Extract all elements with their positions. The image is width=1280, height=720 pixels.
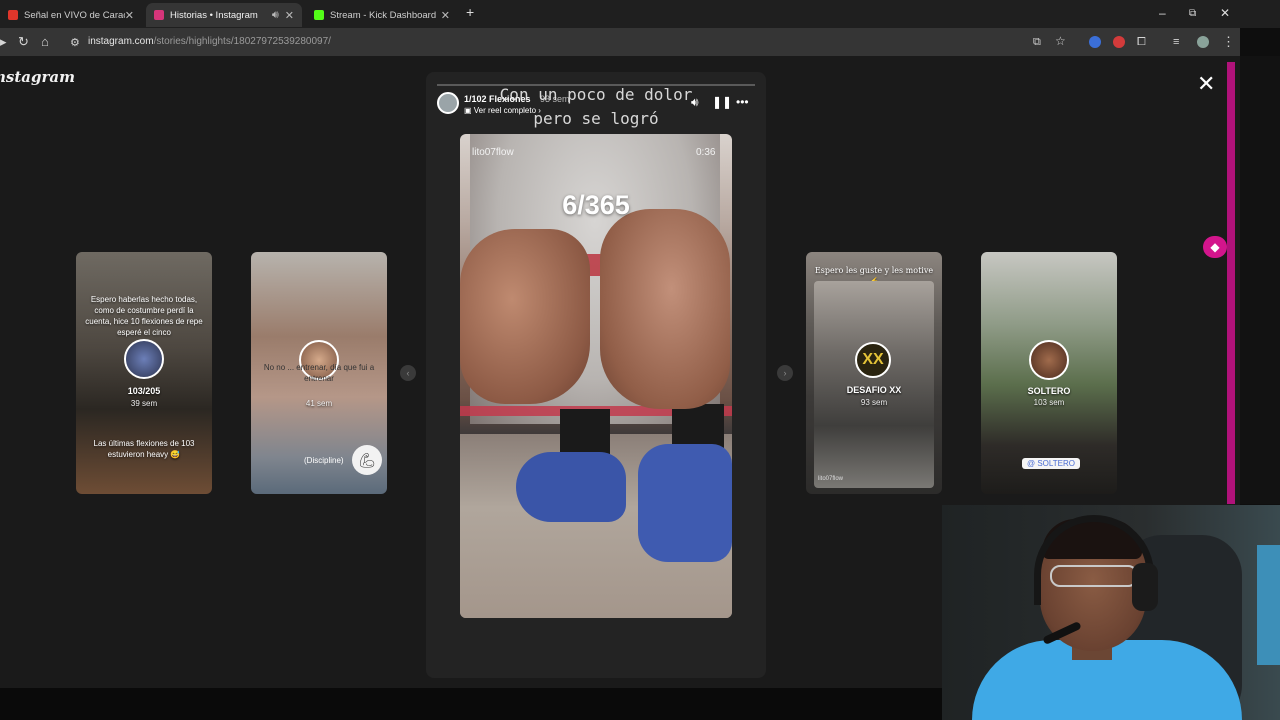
bookmark-star-icon[interactable]: ☆ <box>1055 34 1066 48</box>
window-edge <box>1240 56 1280 504</box>
story-footer: lito07flow <box>818 476 844 482</box>
headset-cup <box>1132 563 1158 611</box>
instagram-logo[interactable]: Instagram <box>0 68 75 86</box>
profile-avatar-icon[interactable] <box>1197 36 1209 48</box>
story-tag: (Discipline) <box>304 456 344 465</box>
avatar <box>124 339 164 379</box>
tab-instagram[interactable]: Historias • Instagram 🔊︎ ✕ <box>146 3 302 27</box>
close-icon[interactable]: ✕ <box>1220 6 1230 20</box>
next-story-icon[interactable]: › <box>777 365 793 381</box>
forward-icon[interactable]: ▸ <box>0 34 7 50</box>
story-age: 41 sem <box>305 399 333 408</box>
close-tab-icon[interactable]: ✕ <box>285 9 294 22</box>
caption-overlay: Con un poco de dolor pero se logró <box>499 85 693 128</box>
story-age: 93 sem <box>860 398 888 407</box>
story-name: DESAFIO XX <box>846 385 902 395</box>
more-options-icon[interactable]: ••• <box>736 95 749 109</box>
video-frame <box>638 444 732 562</box>
story-age: 103 sem <box>1033 398 1065 407</box>
story-name: SOLTERO <box>1027 386 1071 396</box>
close-tab-icon[interactable]: ✕ <box>125 9 134 22</box>
overlay-diamond-icon[interactable]: ◆ <box>1203 236 1227 258</box>
url-path: /stories/highlights/18027972539280097/ <box>153 36 331 47</box>
webcam-background <box>1257 545 1280 665</box>
minimize-icon[interactable]: – <box>1159 6 1166 20</box>
kick-favicon-icon <box>314 10 324 20</box>
tv-favicon-icon <box>8 10 18 20</box>
challenge-badge: XX <box>855 342 891 378</box>
url-domain: instagram.com <box>88 36 154 47</box>
story-age: 39 sem <box>130 399 158 408</box>
overlay-accent-bar <box>1227 62 1235 504</box>
avatar[interactable] <box>437 92 459 114</box>
avatar <box>1029 340 1069 380</box>
song-tag[interactable]: @ SOLTERO <box>1022 458 1080 469</box>
video-frame <box>516 452 626 522</box>
flex-arm-icon[interactable]: 💪︎ <box>352 445 382 475</box>
video-counter: 6/365 <box>562 190 630 220</box>
taskbar-strip <box>0 688 942 720</box>
extension-icon[interactable] <box>1089 36 1101 48</box>
story-name: 103/205 <box>127 386 161 396</box>
video-frame <box>460 229 590 404</box>
address-bar: ▸ ↻ ⌂ ⚙ instagram.com/stories/highlights… <box>0 28 1240 56</box>
tab-kick[interactable]: Stream - Kick Dashboard ✕ <box>306 3 458 27</box>
speaker-icon[interactable]: 🔊︎ <box>272 9 279 22</box>
reload-icon[interactable]: ↻ <box>18 34 29 50</box>
previous-story-icon[interactable]: ‹ <box>400 365 416 381</box>
story-text: Espero haberlas hecho todas, como de cos… <box>85 295 203 337</box>
site-settings-icon[interactable]: ⚙ <box>70 36 80 49</box>
webcam-overlay <box>942 505 1280 720</box>
story-inner-frame: DESAFIO XX 93 sem lito07flow <box>814 281 934 488</box>
tab-title: Historias • Instagram <box>170 9 258 21</box>
restore-icon[interactable]: ⧉ <box>1189 8 1196 19</box>
close-tab-icon[interactable]: ✕ <box>441 9 450 22</box>
menu-kebab-icon[interactable]: ⋮ <box>1222 34 1235 50</box>
cast-icon[interactable]: ≡ <box>1173 36 1179 48</box>
url-field[interactable]: instagram.com/stories/highlights/1802797… <box>88 36 331 47</box>
tab-title: Señal en VIVO de Caracol Telev <box>24 9 125 21</box>
story-preview-left-far[interactable]: Espero haberlas hecho todas, como de cos… <box>76 252 212 494</box>
tab-title: Stream - Kick Dashboard <box>330 9 437 21</box>
browser-tab-bar: Señal en VIVO de Caracol Telev ✕ Histori… <box>0 0 1280 28</box>
story-text: Las últimas flexiones de 103 estuvieron … <box>93 439 195 459</box>
video-username: lito07flow <box>472 147 514 158</box>
close-icon[interactable]: ✕ <box>1197 71 1215 97</box>
story-text: No no ... entrenar, día que fui a entren… <box>263 363 375 383</box>
tab-caracol[interactable]: Señal en VIVO de Caracol Telev ✕ <box>0 3 142 27</box>
extensions-puzzle-icon[interactable]: ⧠ <box>1137 36 1146 49</box>
video-frame <box>600 209 730 409</box>
pause-icon[interactable]: ❚❚ <box>712 95 732 109</box>
instagram-favicon-icon <box>154 10 164 20</box>
video-duration: 0:36 <box>696 147 716 158</box>
plus-icon[interactable]: + <box>466 4 474 20</box>
extension-icon[interactable] <box>1113 36 1125 48</box>
volume-icon[interactable]: 🔊︎ <box>691 95 699 110</box>
home-icon[interactable]: ⌂ <box>41 34 49 49</box>
install-icon[interactable]: ⧉ <box>1033 36 1041 49</box>
